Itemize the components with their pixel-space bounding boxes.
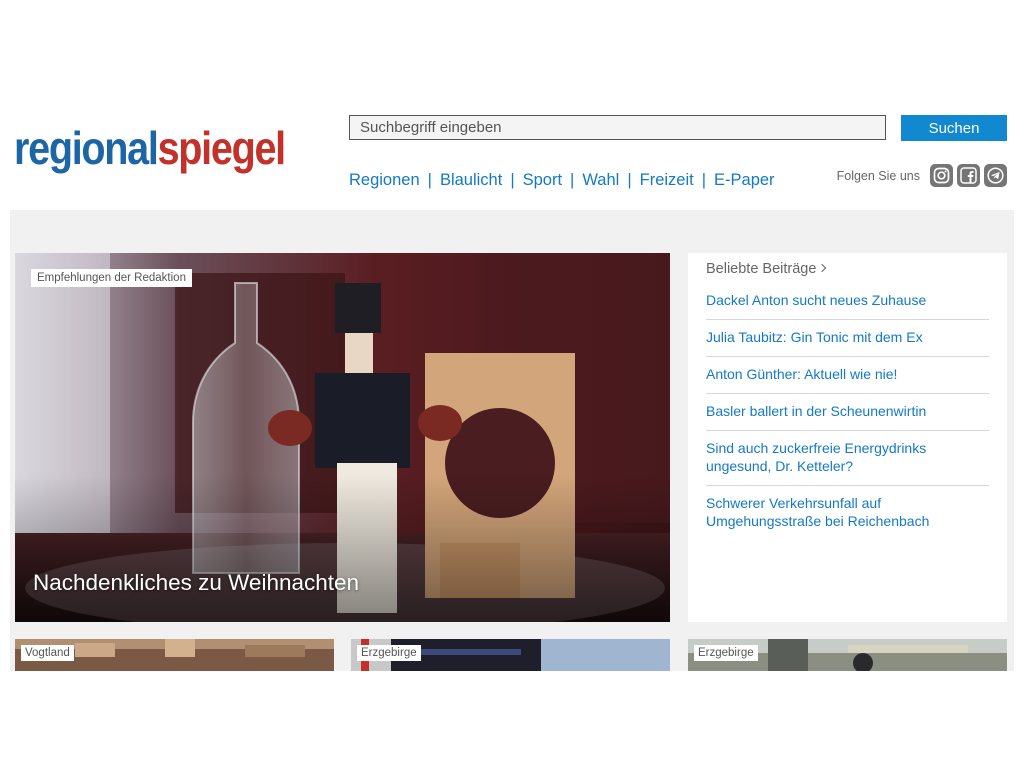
search-button[interactable]: Suchen: [901, 115, 1007, 141]
nav-link-blaulicht[interactable]: Blaulicht: [440, 171, 502, 190]
nav-link-sport[interactable]: Sport: [523, 171, 562, 190]
popular-posts-box: Beliebte Beiträge Dackel Anton sucht neu…: [688, 253, 1007, 622]
social-follow: Folgen Sie uns: [837, 164, 1007, 187]
popular-post-link[interactable]: Sind auch zuckerfreie Energydrinks unges…: [706, 439, 989, 475]
logo-part-regional: regional: [14, 122, 159, 174]
popular-posts-heading[interactable]: Beliebte Beiträge: [706, 261, 989, 277]
site-logo[interactable]: regionalspiegel: [14, 118, 287, 178]
telegram-icon[interactable]: [984, 164, 1007, 187]
hero-category-tag: Empfehlungen der Redaktion: [31, 269, 192, 287]
teaser-card-vogtland[interactable]: Vogtland: [15, 639, 334, 671]
hero-teaser[interactable]: Empfehlungen der Redaktion Nachdenkliche…: [15, 253, 670, 622]
nav-separator: |: [510, 171, 515, 189]
search-input[interactable]: [349, 115, 886, 140]
popular-post-link[interactable]: Julia Taubitz: Gin Tonic mit dem Ex: [706, 328, 989, 346]
popular-post-link[interactable]: Anton Günther: Aktuell wie nie!: [706, 365, 989, 383]
follow-label: Folgen Sie uns: [836, 168, 920, 183]
list-item: Dackel Anton sucht neues Zuhause: [706, 283, 989, 320]
facebook-icon[interactable]: [957, 164, 980, 187]
chevron-right-icon: [818, 263, 827, 273]
list-item: Anton Günther: Aktuell wie nie!: [706, 357, 989, 394]
hero-title[interactable]: Nachdenkliches zu Weihnachten: [33, 570, 359, 596]
list-item: Sind auch zuckerfreie Energydrinks unges…: [706, 431, 989, 486]
list-item: Schwerer Verkehrsunfall auf Umgehungsstr…: [706, 486, 989, 540]
popular-posts-heading-label: Beliebte Beiträge: [706, 261, 817, 277]
nav-link-freizeit[interactable]: Freizeit: [640, 171, 694, 190]
nav-link-epaper[interactable]: E-Paper: [714, 171, 775, 190]
main-nav: Regionen | Blaulicht | Sport | Wahl | Fr…: [349, 171, 775, 190]
teaser-category-tag: Erzgebirge: [357, 645, 421, 661]
popular-post-link[interactable]: Schwerer Verkehrsunfall auf Umgehungsstr…: [706, 494, 989, 530]
teaser-category-tag: Erzgebirge: [694, 645, 758, 661]
popular-post-link[interactable]: Dackel Anton sucht neues Zuhause: [706, 291, 989, 309]
instagram-icon[interactable]: [930, 164, 953, 187]
teaser-card-erzgebirge-2[interactable]: Erzgebirge: [688, 639, 1007, 671]
popular-posts-list: Dackel Anton sucht neues Zuhause Julia T…: [706, 283, 989, 540]
list-item: Basler ballert in der Scheunenwirtin: [706, 394, 989, 431]
nav-separator: |: [701, 171, 707, 189]
nav-link-regionen[interactable]: Regionen: [349, 171, 420, 190]
hero-image: [15, 253, 670, 622]
popular-post-link[interactable]: Basler ballert in der Scheunenwirtin: [706, 402, 989, 420]
teaser-category-tag: Vogtland: [21, 645, 74, 661]
list-item: Julia Taubitz: Gin Tonic mit dem Ex: [706, 320, 989, 357]
nav-link-wahl[interactable]: Wahl: [582, 171, 619, 190]
teaser-card-erzgebirge-1[interactable]: Erzgebirge: [351, 639, 670, 671]
page: regionalspiegel Suchen Regionen | Blauli…: [0, 0, 1024, 768]
nav-separator: |: [627, 171, 632, 189]
logo-part-spiegel: spiegel: [157, 122, 287, 174]
nav-separator: |: [570, 171, 575, 189]
nav-separator: |: [427, 171, 432, 189]
